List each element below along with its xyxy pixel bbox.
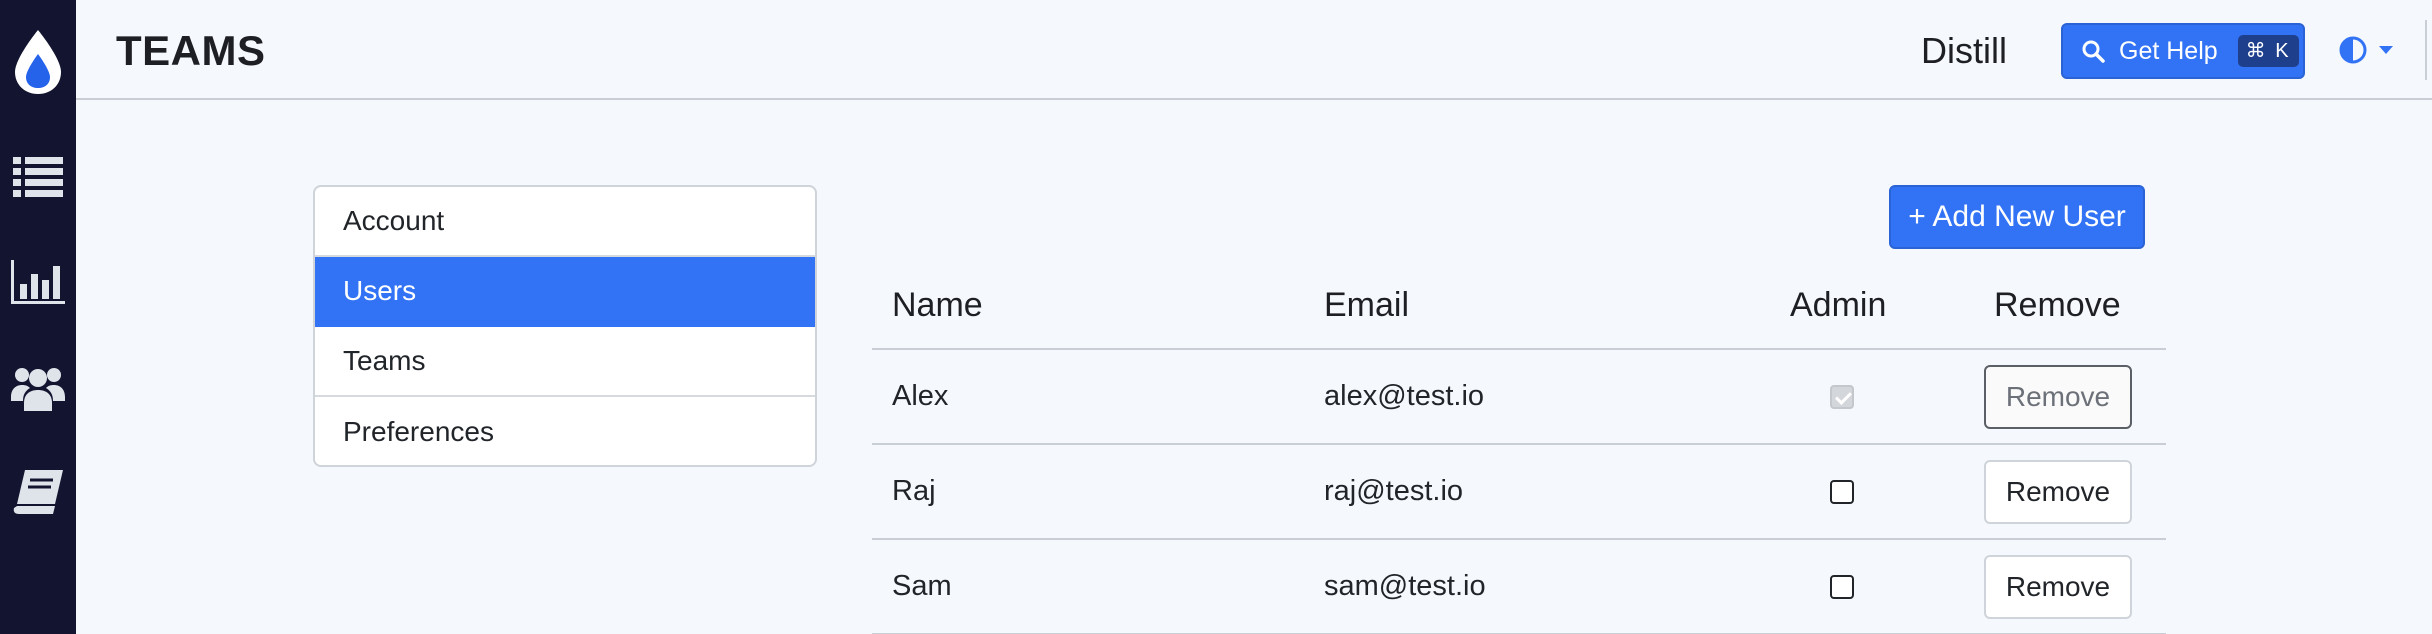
droplet-logo-icon <box>15 30 61 94</box>
table-row: Raj raj@test.io Remove <box>872 445 2166 540</box>
rail-item-list[interactable] <box>0 150 76 204</box>
rail-item-charts[interactable] <box>0 254 76 310</box>
table-header-row: Name Email Admin Remove <box>872 262 2166 350</box>
remove-user-button: Remove <box>1984 364 2132 429</box>
keyboard-shortcut-badge: ⌘ K <box>2237 35 2299 67</box>
admin-cell <box>1829 540 1855 633</box>
column-header-remove: Remove <box>1994 285 2121 324</box>
remove-cell: Remove <box>1984 445 2132 538</box>
table-row: Sam sam@test.io Remove <box>872 540 2166 634</box>
settings-item-account[interactable]: Account <box>315 187 815 257</box>
contrast-icon <box>2339 36 2367 64</box>
user-email: raj@test.io <box>1324 475 1464 507</box>
settings-item-teams[interactable]: Teams <box>315 327 815 397</box>
bar-chart-icon <box>11 260 65 304</box>
user-name: Sam <box>892 570 952 602</box>
user-name: Raj <box>892 475 936 507</box>
settings-item-users[interactable]: Users <box>315 257 815 327</box>
admin-checkbox <box>1830 384 1854 409</box>
remove-cell: Remove <box>1984 350 2132 443</box>
left-nav-rail <box>0 0 76 634</box>
rail-item-docs[interactable] <box>0 464 76 520</box>
admin-cell <box>1829 445 1855 538</box>
add-new-user-button[interactable]: + Add New User <box>1889 185 2145 249</box>
column-header-name: Name <box>892 285 983 324</box>
brand-name[interactable]: Distill <box>1921 28 2007 74</box>
settings-item-preferences[interactable]: Preferences <box>315 397 815 465</box>
chevron-down-icon <box>2379 46 2393 54</box>
app-logo[interactable] <box>0 26 76 98</box>
top-header: TEAMS Distill Get Help ⌘ K <box>76 0 2432 100</box>
user-email: sam@test.io <box>1324 570 1486 602</box>
book-icon <box>13 470 63 514</box>
get-help-label: Get Help <box>2119 37 2218 65</box>
user-email: alex@test.io <box>1324 380 1485 412</box>
remove-user-button[interactable]: Remove <box>1984 459 2132 524</box>
page-title: TEAMS <box>116 27 266 74</box>
admin-cell <box>1829 350 1855 443</box>
users-icon <box>11 368 65 411</box>
remove-cell: Remove <box>1984 540 2132 633</box>
user-name: Alex <box>892 380 949 412</box>
get-help-button[interactable]: Get Help ⌘ K <box>2061 23 2305 79</box>
theme-toggle[interactable] <box>2338 30 2394 70</box>
admin-checkbox[interactable] <box>1830 479 1854 504</box>
admin-checkbox[interactable] <box>1830 574 1854 599</box>
settings-menu: Account Users Teams Preferences <box>313 185 817 467</box>
table-row: Alex alex@test.io Remove <box>872 350 2166 445</box>
users-table: Name Email Admin Remove Alex alex@test.i… <box>872 262 2166 634</box>
header-divider <box>2425 20 2427 80</box>
list-icon <box>13 157 63 197</box>
column-header-admin: Admin <box>1790 285 1887 324</box>
search-icon <box>2081 39 2105 63</box>
column-header-email: Email <box>1324 285 1410 324</box>
rail-item-teams[interactable] <box>0 360 76 416</box>
remove-user-button[interactable]: Remove <box>1984 554 2132 619</box>
